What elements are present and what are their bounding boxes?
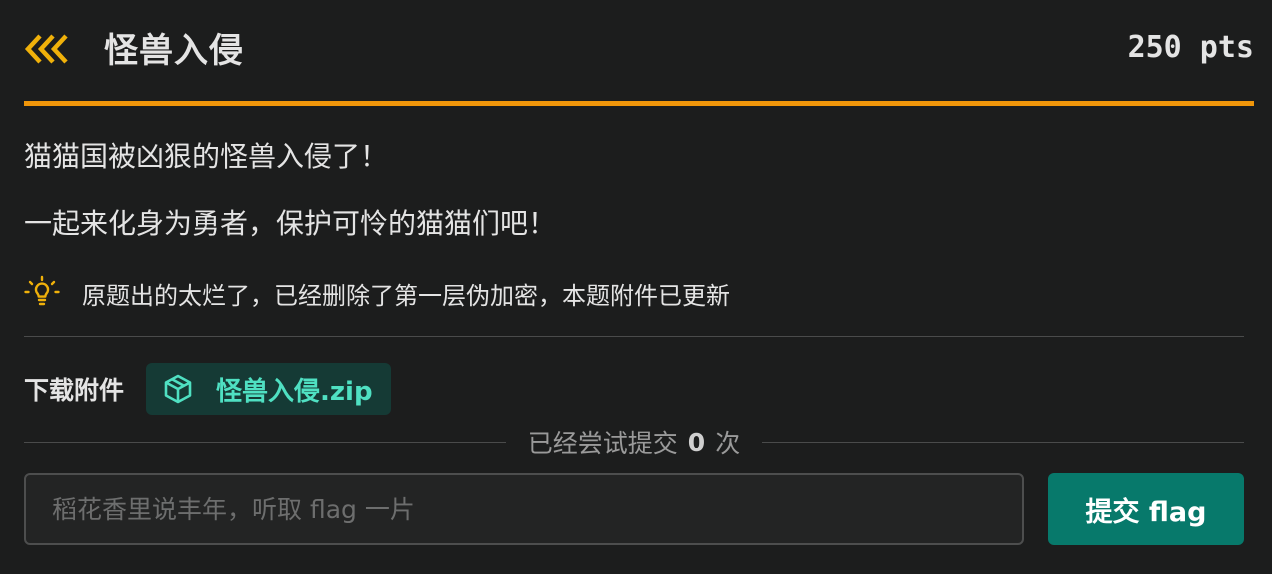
challenge-points: 250 pts: [1127, 30, 1254, 65]
divider-right: [762, 441, 1244, 443]
attachment-download-link[interactable]: 怪兽入侵.zip: [146, 363, 391, 415]
section-divider: [24, 336, 1244, 337]
description-line: 猫猫国被凶狠的怪兽入侵了！: [24, 140, 389, 173]
divider-left: [24, 441, 506, 443]
attempts-suffix: 次: [715, 429, 741, 458]
challenge-page: 怪兽入侵 250 pts 猫猫国被凶狠的怪兽入侵了！ 一起来化身为勇者，保护可怜…: [0, 0, 1272, 574]
attempts-text: 已经尝试提交 0 次: [506, 424, 762, 460]
attempts-prefix: 已经尝试提交: [527, 429, 678, 458]
attachment-filename: 怪兽入侵.zip: [216, 376, 373, 407]
lightbulb-icon: [24, 275, 60, 311]
submit-flag-button[interactable]: 提交 flag: [1048, 473, 1244, 545]
attempts-counter: 已经尝试提交 0 次: [24, 424, 1244, 460]
description-line: 一起来化身为勇者，保护可怜的猫猫们吧！: [24, 207, 557, 240]
attempts-count: 0: [687, 427, 706, 457]
package-cube-icon: [162, 373, 194, 405]
challenge-title: 怪兽入侵: [104, 31, 244, 71]
attachment-label: 下载附件: [24, 376, 125, 405]
triple-chevron-left-icon[interactable]: [24, 29, 78, 69]
attachment-row: 下载附件 怪兽入侵.zip: [24, 363, 391, 415]
hint: 原题出的太烂了，已经删除了第一层伪加密，本题附件已更新: [24, 275, 730, 311]
flag-input[interactable]: [24, 473, 1024, 545]
challenge-header: 怪兽入侵 250 pts: [24, 0, 1254, 106]
hint-text: 原题出的太烂了，已经删除了第一层伪加密，本题附件已更新: [82, 281, 730, 310]
